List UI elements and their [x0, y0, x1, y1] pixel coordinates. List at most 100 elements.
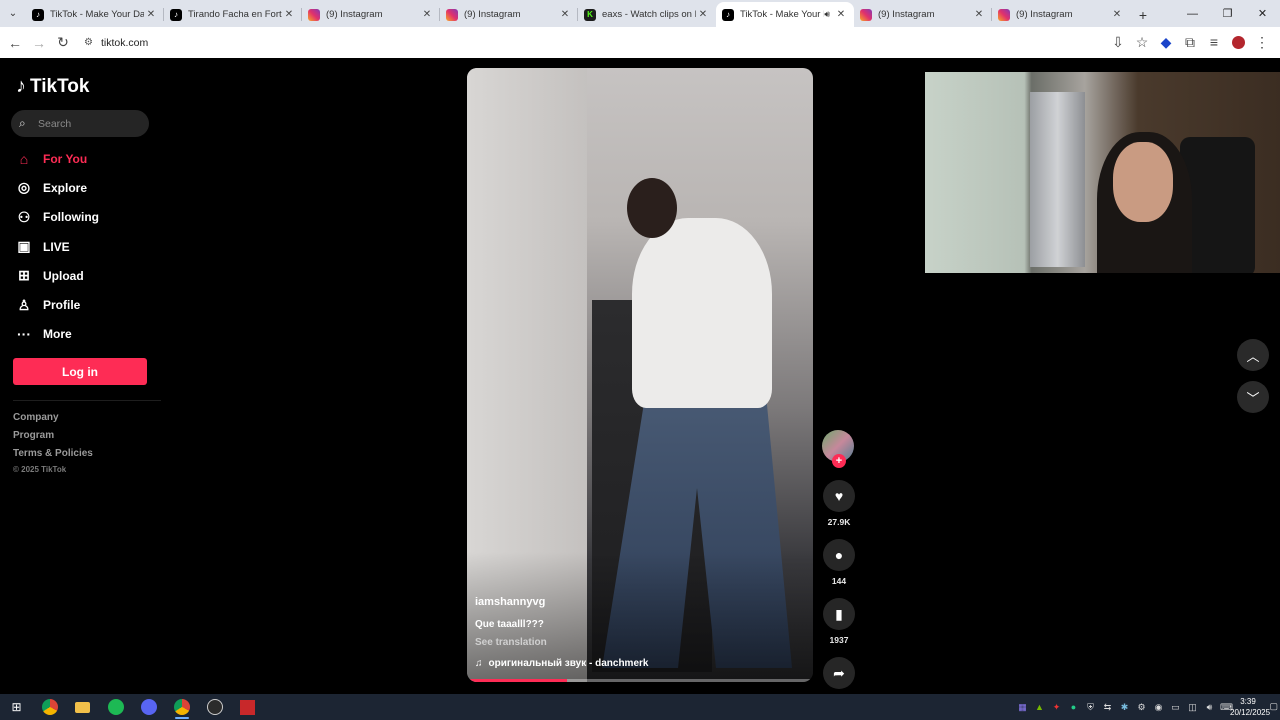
- nav-for-you[interactable]: ⌂ For You: [14, 144, 164, 173]
- like-action: ♥ 27.9K: [822, 480, 856, 529]
- shield-extension-icon[interactable]: ◆: [1154, 30, 1178, 54]
- comment-icon[interactable]: ●: [823, 539, 855, 571]
- next-video-chevron-down-icon[interactable]: ﹀: [1237, 381, 1269, 413]
- browser-tab[interactable]: (9) Instagram ✕: [992, 2, 1130, 27]
- bookmark-icon[interactable]: ▮: [823, 598, 855, 630]
- video-username[interactable]: iamshannyvg: [475, 596, 545, 608]
- tab-title: TikTok - Make Your Day: [740, 9, 824, 20]
- tray-shield-icon[interactable]: ⛨: [1083, 702, 1098, 713]
- instagram-icon: [446, 8, 458, 21]
- close-icon[interactable]: ✕: [696, 9, 710, 20]
- nav-upload[interactable]: ⊞ Upload: [14, 261, 164, 290]
- minimize-icon[interactable]: —: [1175, 0, 1210, 27]
- share-arrow-icon[interactable]: ➦: [823, 657, 855, 689]
- nav-live[interactable]: ▣ LIVE: [14, 232, 164, 261]
- reload-icon[interactable]: ↻: [51, 31, 75, 55]
- volume-icon[interactable]: 🔊︎: [1202, 702, 1217, 713]
- close-window-icon[interactable]: ✕: [1245, 0, 1280, 27]
- video-sound[interactable]: ♫ оригинальный звук - danchmerk: [475, 658, 648, 669]
- tiktok-logo[interactable]: ♪ TikTok: [16, 75, 89, 98]
- new-tab-button[interactable]: +: [1130, 2, 1156, 27]
- browser-tab[interactable]: ♪ TikTok - Make Your Day ✕: [26, 2, 164, 27]
- nav-more[interactable]: ··· More: [14, 320, 164, 349]
- nav-label: More: [43, 327, 72, 342]
- site-info-icon[interactable]: ⚙: [84, 37, 93, 48]
- file-explorer-icon[interactable]: [66, 694, 99, 720]
- tray-steam-icon[interactable]: ◉: [1151, 702, 1166, 713]
- creator-avatar[interactable]: +: [822, 430, 854, 468]
- discord-icon[interactable]: [132, 694, 165, 720]
- speaker-icon[interactable]: 🔊︎: [824, 9, 830, 20]
- footer-link-terms[interactable]: Terms & Policies: [13, 448, 93, 466]
- footer-link-company[interactable]: Company: [13, 412, 93, 430]
- taskbar-clock[interactable]: 3:39 20/12/2025: [1230, 696, 1271, 718]
- tray-gear-icon[interactable]: ⚙: [1134, 702, 1149, 713]
- system-tray: ▦ ▲ ✦ ● ⛨ ⇆ ✱ ⚙ ◉ ▭ ◫ 🔊︎ ⌨: [1015, 694, 1234, 720]
- windows-start-icon[interactable]: ⊞: [0, 694, 33, 720]
- extensions-icon[interactable]: ⧉: [1178, 30, 1202, 54]
- clock-time: 3:39: [1240, 697, 1256, 706]
- follow-plus-icon[interactable]: +: [832, 454, 846, 468]
- forward-icon[interactable]: →: [27, 31, 51, 55]
- close-icon[interactable]: ✕: [558, 9, 572, 20]
- address-bar[interactable]: ⚙ tiktok.com: [80, 31, 1140, 54]
- app-red-icon[interactable]: [231, 694, 264, 720]
- footer-links: Company Program Terms & Policies: [13, 412, 93, 466]
- bookmark-star-icon[interactable]: ☆: [1130, 30, 1154, 54]
- close-icon[interactable]: ✕: [834, 9, 848, 20]
- bluetooth-icon[interactable]: ✱: [1117, 702, 1132, 713]
- search-box[interactable]: ⌕: [11, 110, 149, 137]
- tray-arrow-icon[interactable]: ⇆: [1100, 702, 1115, 713]
- tray-app-icon[interactable]: ▦: [1015, 702, 1030, 713]
- video-progress-bar[interactable]: [467, 679, 813, 682]
- previous-video-chevron-up-icon[interactable]: ︿: [1237, 339, 1269, 371]
- video-scene-head: [627, 178, 677, 238]
- tray-red-icon[interactable]: ✦: [1049, 702, 1064, 713]
- chrome-active-taskbar-icon[interactable]: [165, 694, 198, 720]
- video-progress-fill: [467, 679, 568, 682]
- browser-tab[interactable]: K eaxs - Watch clips on Kick ✕: [578, 2, 716, 27]
- close-icon[interactable]: ✕: [1110, 9, 1124, 20]
- browser-tab[interactable]: (9) Instagram ✕: [440, 2, 578, 27]
- clock-date: 20/12/2025: [1230, 708, 1271, 717]
- close-icon[interactable]: ✕: [972, 9, 986, 20]
- nvidia-icon[interactable]: ▲: [1032, 702, 1047, 712]
- windows-taskbar: ⊞ ▦ ▲ ✦ ● ⛨ ⇆ ✱ ⚙ ◉ ▭ ◫ 🔊︎ ⌨ 3:39 20/12/…: [0, 694, 1280, 720]
- obs-icon[interactable]: [198, 694, 231, 720]
- browser-tab[interactable]: (9) Instagram ✕: [854, 2, 992, 27]
- search-input[interactable]: [38, 117, 138, 130]
- back-icon[interactable]: ←: [3, 31, 27, 55]
- restore-icon[interactable]: ❐: [1210, 0, 1245, 27]
- network-icon[interactable]: ◫: [1185, 702, 1200, 713]
- media-control-icon[interactable]: ≡: [1202, 30, 1226, 54]
- comment-action: ● 144: [822, 539, 856, 588]
- menu-kebab-icon[interactable]: ⋮: [1250, 30, 1274, 54]
- browser-tab[interactable]: ♪ Tirando Facha en Fortnite ✕: [164, 2, 302, 27]
- tab-search-icon[interactable]: ⌄: [0, 0, 26, 27]
- video-player[interactable]: iamshannyvg Que taaalll??? See translati…: [467, 68, 813, 682]
- nav-profile[interactable]: ♙ Profile: [14, 290, 164, 319]
- browser-tab-active[interactable]: ♪ TikTok - Make Your Day 🔊︎ ✕: [716, 2, 854, 27]
- search-icon[interactable]: ⌕: [19, 116, 33, 131]
- close-icon[interactable]: ✕: [144, 9, 158, 20]
- footer-link-program[interactable]: Program: [13, 430, 93, 448]
- nav-explore[interactable]: ◎ Explore: [14, 173, 164, 202]
- live-tv-icon: ▣: [17, 238, 31, 255]
- close-icon[interactable]: ✕: [282, 9, 296, 20]
- install-app-icon[interactable]: ⇩: [1106, 30, 1130, 54]
- close-icon[interactable]: ✕: [420, 9, 434, 20]
- nav-following[interactable]: ⚇ Following: [14, 203, 164, 232]
- see-translation-link[interactable]: See translation: [475, 637, 547, 648]
- url-text[interactable]: tiktok.com: [101, 37, 148, 49]
- window-controls: — ❐ ✕: [1175, 0, 1280, 27]
- spotify-icon[interactable]: [99, 694, 132, 720]
- tray-battery-icon[interactable]: ▭: [1168, 702, 1183, 713]
- profile-avatar-icon[interactable]: [1226, 30, 1250, 54]
- nav-label: Upload: [43, 268, 84, 283]
- notification-bell-icon[interactable]: ▢: [1269, 701, 1278, 712]
- chrome-taskbar-icon[interactable]: [33, 694, 66, 720]
- login-button[interactable]: Log in: [13, 358, 147, 385]
- heart-icon[interactable]: ♥: [823, 480, 855, 512]
- tray-green-icon[interactable]: ●: [1066, 702, 1081, 712]
- browser-tab[interactable]: (9) Instagram ✕: [302, 2, 440, 27]
